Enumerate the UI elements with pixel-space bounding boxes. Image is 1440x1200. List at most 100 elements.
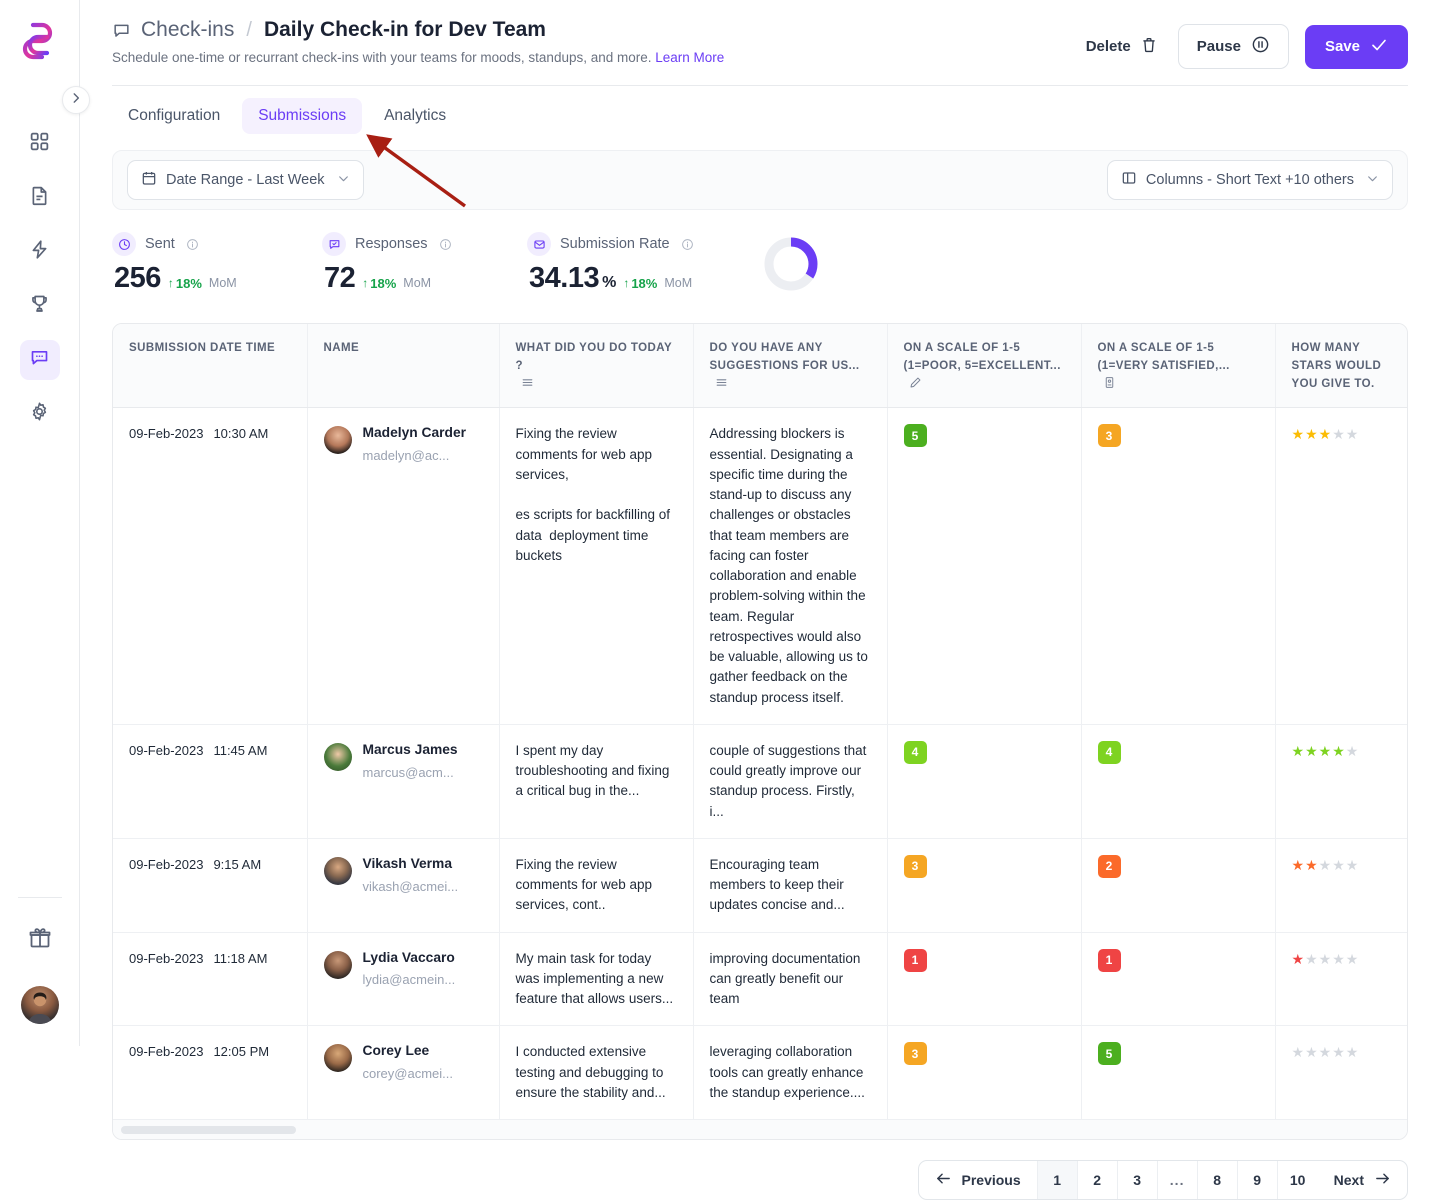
cell-star-rating: ★ ★ ★ ★ ★	[1275, 932, 1407, 1027]
sidebar-item-checkins[interactable]	[19, 340, 60, 380]
arrow-right-icon	[1374, 1170, 1391, 1190]
table-header-row: SUBMISSION DATE TIME NAME WHAT DID YOU D…	[113, 324, 1407, 409]
sidebar-bottom	[0, 897, 79, 1046]
cell-score-poor-excellent: 1	[887, 932, 1082, 1027]
column-header-scale-poor-excellent[interactable]: ON A SCALE OF 1-5 (1=POOR, 5=EXCELLENT..…	[887, 324, 1082, 409]
column-header-name[interactable]: NAME	[307, 324, 500, 409]
pagination-page-9[interactable]: 9	[1238, 1161, 1278, 1200]
pagination-page-8[interactable]: 8	[1198, 1161, 1238, 1200]
pagination-next-button[interactable]: Next	[1318, 1161, 1407, 1199]
calendar-icon	[141, 170, 157, 190]
cell-what-did-you-do-today: Fixing the review comments for web app s…	[499, 838, 694, 933]
table-row[interactable]: 09-Feb-2023 9:15 AM Vikash Verma vikash@acm…	[113, 838, 1407, 933]
cell-name: Lydia Vaccaro lydia@acmein...	[307, 932, 500, 1027]
star-icon: ★	[1332, 426, 1345, 443]
submitter-name: Marcus James	[362, 741, 458, 757]
cell-score-poor-excellent: 3	[887, 838, 1082, 933]
star-rating: ★ ★ ★ ★ ★	[1292, 424, 1402, 445]
breadcrumb-parent[interactable]: Check-ins	[141, 18, 234, 42]
pagination-previous-button[interactable]: Previous	[919, 1161, 1038, 1200]
column-header-how-many-stars[interactable]: HOW MANY STARS WOULD YOU GIVE TO.	[1275, 324, 1407, 409]
star-icon: ★	[1291, 742, 1305, 759]
star-icon: ★	[1291, 950, 1305, 967]
tab-analytics[interactable]: Analytics	[368, 98, 462, 134]
table-scroll-area: SUBMISSION DATE TIME NAME WHAT DID YOU D…	[113, 324, 1407, 1120]
clock-icon	[112, 232, 136, 256]
document-icon	[29, 185, 50, 211]
table-row[interactable]: 09-Feb-2023 12:05 PM Corey Lee corey@acmei.…	[113, 1025, 1407, 1120]
cell-submission-date-time: 09-Feb-2023 12:05 PM	[113, 1025, 308, 1120]
submitter-name: Madelyn Carder	[362, 425, 467, 441]
stat-responses: Responses 72 ↑ 18% MoM	[322, 232, 527, 295]
score-badge: 4	[903, 740, 927, 764]
star-icon: ★	[1332, 742, 1345, 759]
submitter-email: vikash@acmei...	[362, 878, 459, 894]
info-icon[interactable]	[186, 238, 199, 251]
column-header-label: ON A SCALE OF 1-5 (1=VERY SATISFIED,...	[1097, 342, 1230, 372]
column-header-scale-very-satisfied[interactable]: ON A SCALE OF 1-5 (1=VERY SATISFIED,...	[1081, 324, 1276, 409]
pause-button[interactable]: Pause	[1177, 24, 1289, 69]
submission-date: 09-Feb-2023	[129, 742, 204, 758]
stat-sent: Sent 256 ↑ 18% MoM	[112, 232, 322, 295]
horizontal-scrollbar-thumb[interactable]	[121, 1126, 296, 1135]
table-row[interactable]: 09-Feb-2023 10:30 AM Madelyn Carder madelyn…	[113, 407, 1407, 725]
pagination-page-1[interactable]: 1	[1037, 1161, 1078, 1200]
stat-submission-rate: Submission Rate 34.13 % ↑ 18% MoM	[527, 232, 742, 295]
pagination-page-10[interactable]: 10	[1278, 1161, 1318, 1199]
info-icon[interactable]	[681, 238, 694, 251]
pencil-icon	[909, 376, 922, 389]
logo-icon[interactable]	[17, 16, 63, 62]
columns-dropdown[interactable]: Columns - Short Text +10 others	[1106, 160, 1393, 200]
tab-configuration[interactable]: Configuration	[112, 98, 236, 134]
gift-icon[interactable]	[20, 918, 60, 958]
sidebar-item-dashboard[interactable]	[20, 124, 60, 164]
rating-scale-icon	[1103, 376, 1116, 389]
table-row[interactable]: 09-Feb-2023 11:18 AM Lydia Vaccaro lydia@ac…	[113, 932, 1407, 1027]
cell-suggestions: Encouraging team members to keep their u…	[693, 838, 888, 933]
column-header-submission-date-time[interactable]: SUBMISSION DATE TIME	[113, 324, 308, 409]
learn-more-link[interactable]: Learn More	[655, 50, 724, 65]
delete-button[interactable]: Delete	[1082, 30, 1162, 64]
sidebar-item-automations[interactable]	[20, 232, 60, 272]
score-badge: 3	[903, 854, 927, 878]
column-header-what-did-you-do-today[interactable]: WHAT DID YOU DO TODAY ?	[499, 324, 694, 409]
gear-icon	[29, 401, 50, 427]
avatar	[323, 856, 352, 885]
submission-time: 10:30 AM	[213, 426, 269, 442]
chevron-right-icon	[69, 91, 83, 110]
cell-star-rating: ★ ★ ★ ★ ★	[1275, 1025, 1407, 1120]
delete-button-label: Delete	[1085, 38, 1131, 55]
column-header-do-you-have-any-suggestions[interactable]: DO YOU HAVE ANY SUGGESTIONS FOR US...	[693, 324, 888, 409]
avatar[interactable]	[20, 986, 59, 1024]
save-button[interactable]: Save	[1304, 24, 1408, 69]
cell-name: Vikash Verma vikash@acmei...	[307, 838, 500, 933]
star-icon: ★	[1291, 426, 1305, 443]
stat-responses-delta-value: 18%	[370, 275, 397, 291]
stat-submission-rate-period: MoM	[664, 276, 693, 290]
submission-date: 09-Feb-2023	[129, 1044, 204, 1060]
cell-star-rating: ★ ★ ★ ★ ★	[1275, 838, 1407, 933]
arrow-up-icon: ↑	[167, 276, 174, 290]
avatar	[323, 950, 352, 979]
table-row[interactable]: 09-Feb-2023 11:45 AM Marcus James marcus@ac…	[113, 724, 1407, 839]
pagination-page-3[interactable]: 3	[1118, 1161, 1158, 1200]
stat-submission-rate-delta: ↑ 18%	[623, 276, 657, 291]
date-range-label: Date Range - Last Week	[166, 172, 325, 188]
date-range-dropdown[interactable]: Date Range - Last Week	[127, 160, 364, 200]
star-icon: ★	[1318, 856, 1332, 873]
sidebar-item-settings[interactable]	[20, 394, 60, 434]
header-actions: Delete Pause Save	[1082, 24, 1408, 69]
tab-submissions[interactable]: Submissions	[242, 98, 363, 134]
pagination-page-2[interactable]: 2	[1078, 1161, 1118, 1200]
submission-date: 09-Feb-2023	[129, 426, 204, 442]
sidebar-expand-button[interactable]	[62, 86, 90, 114]
trash-icon	[1140, 36, 1158, 58]
horizontal-scrollbar[interactable]	[113, 1119, 1407, 1140]
sidebar-item-documents[interactable]	[20, 178, 60, 218]
score-badge: 4	[1097, 740, 1121, 764]
sidebar-item-rewards[interactable]	[20, 286, 60, 326]
info-icon[interactable]	[439, 238, 452, 251]
pagination-next-label: Next	[1333, 1172, 1364, 1189]
stat-submission-rate-suffix: %	[602, 274, 617, 291]
arrow-left-icon	[935, 1170, 952, 1190]
